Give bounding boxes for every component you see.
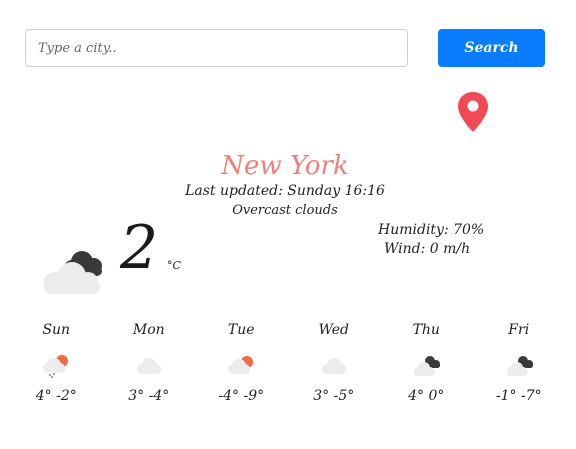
- forecast-day-name: Thu: [412, 322, 440, 338]
- overcast-clouds-icon: [506, 356, 533, 376]
- forecast-temps: 3° -4°: [128, 388, 170, 404]
- map-pin-icon[interactable]: [456, 90, 490, 134]
- forecast-temps: -4° -9°: [218, 388, 265, 404]
- forecast-temps: -1° -7°: [495, 388, 542, 404]
- forecast-temps: 4° -2°: [35, 388, 77, 404]
- overcast-clouds-icon: [44, 251, 102, 294]
- city-name: New York: [221, 151, 349, 181]
- search-button[interactable]: Search: [438, 29, 545, 67]
- wind-text: Wind: 0 m/h: [384, 241, 471, 257]
- forecast-day: Sun 4° -2°: [10, 322, 103, 404]
- forecast-day: Fri -1° -7°: [473, 322, 566, 404]
- forecast-row: Sun 4° -2° Mon 3° -4° Tue -4° -9° Wed 3°…: [10, 322, 565, 404]
- city-search-input[interactable]: [25, 29, 408, 67]
- forecast-day-name: Sun: [42, 322, 71, 338]
- humidity-text: Humidity: 70%: [378, 222, 485, 238]
- forecast-day-name: Tue: [227, 322, 255, 338]
- forecast-day-name: Wed: [318, 322, 350, 338]
- temperature-unit: °C: [167, 259, 181, 272]
- forecast-day: Thu 4° 0°: [380, 322, 473, 404]
- forecast-day: Tue -4° -9°: [195, 322, 288, 404]
- current-temperature: 2: [120, 213, 159, 283]
- forecast-temps: 4° 0°: [408, 388, 445, 404]
- cloud-icon: [136, 358, 161, 374]
- forecast-day: Wed 3° -5°: [288, 322, 381, 404]
- forecast-day: Mon 3° -4°: [103, 322, 196, 404]
- overcast-clouds-icon: [414, 356, 441, 376]
- last-updated-text: Last updated: Sunday 16:16: [185, 183, 385, 199]
- sun-cloud-icon: [228, 356, 254, 374]
- forecast-day-name: Fri: [508, 322, 530, 338]
- forecast-day-name: Mon: [132, 322, 165, 338]
- cloud-icon: [321, 358, 346, 374]
- sun-snow-cloud-icon: [43, 355, 69, 378]
- weather-description: Overcast clouds: [232, 203, 338, 218]
- forecast-temps: 3° -5°: [313, 388, 355, 404]
